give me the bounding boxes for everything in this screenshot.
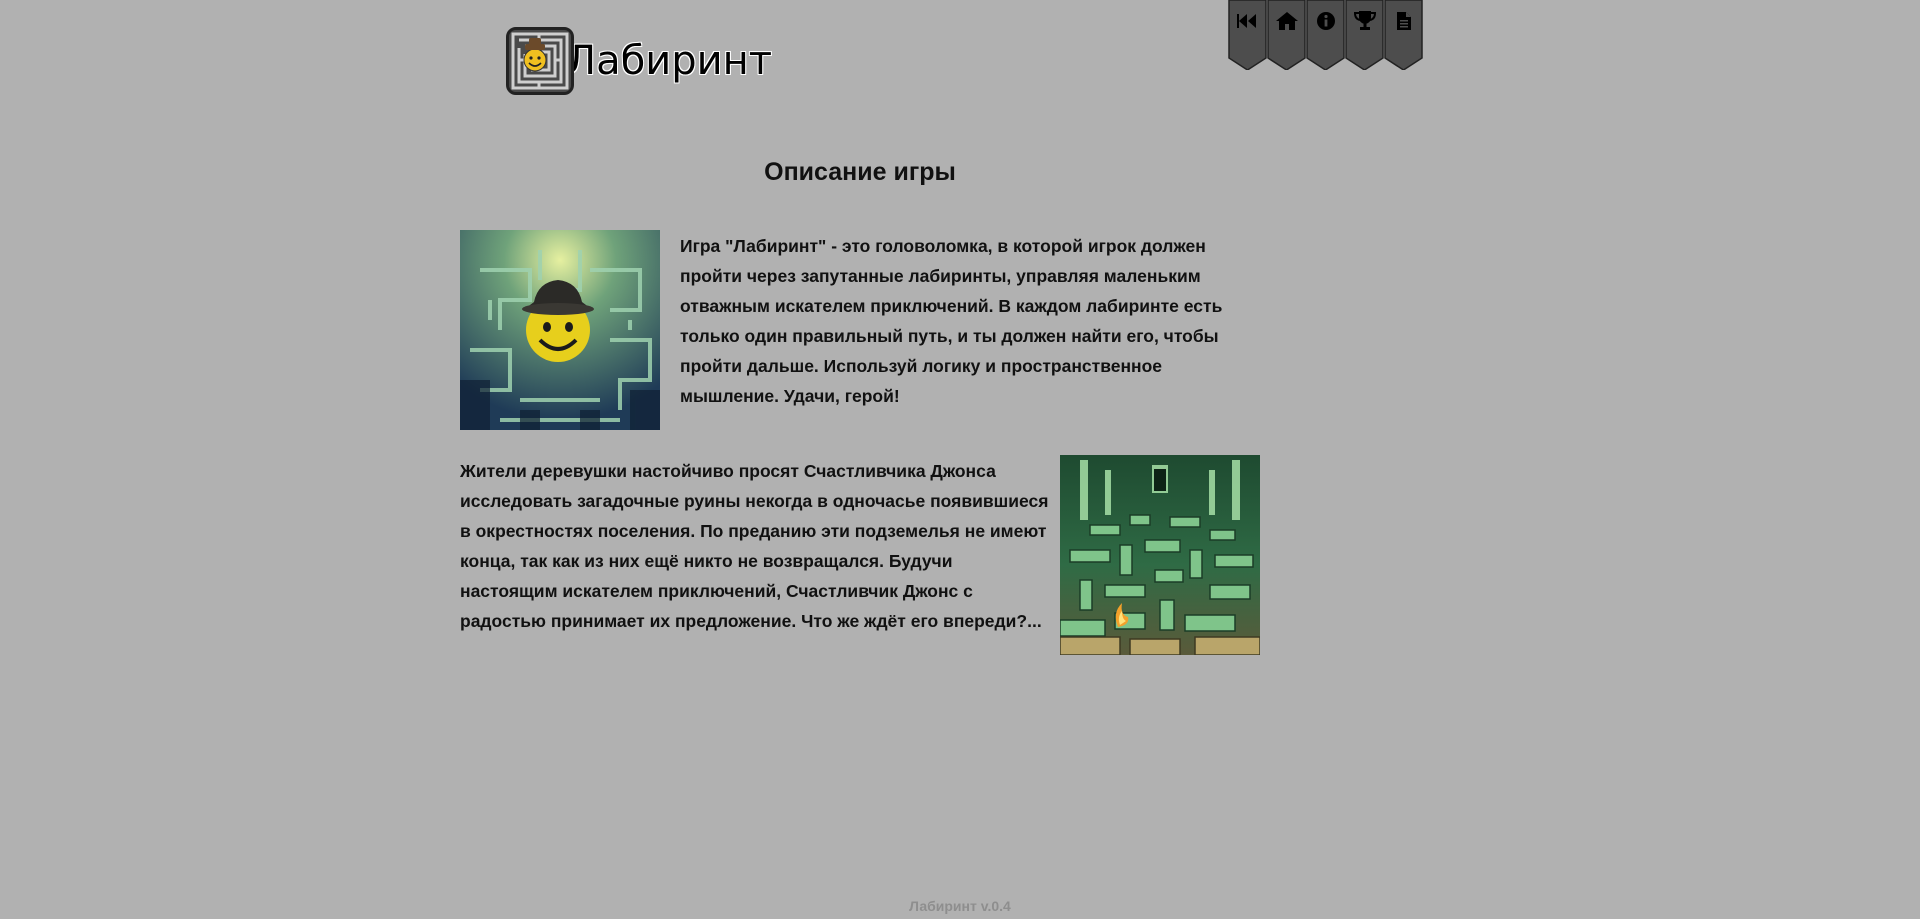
nav-home-button[interactable] (1267, 0, 1306, 70)
maze-smiley-logo-icon (506, 27, 574, 95)
trophy-icon (1353, 11, 1376, 30)
top-nav (1228, 0, 1423, 70)
description-paragraph-1: Игра "Лабиринт" - это головоломка, в кот… (680, 236, 1223, 406)
page-title: Описание игры (764, 158, 956, 186)
dungeon-maze-image (1060, 455, 1260, 655)
hero-maze-image (460, 230, 660, 430)
version-footer: Лабиринт v.0.4 (909, 898, 1011, 914)
nav-info-button[interactable] (1306, 0, 1345, 70)
nav-document-button[interactable] (1384, 0, 1423, 70)
site-logo[interactable]: Лабиринт (506, 27, 772, 95)
info-icon (1316, 12, 1335, 30)
site-title: Лабиринт (566, 38, 773, 84)
home-icon (1275, 12, 1298, 30)
document-icon (1396, 12, 1411, 30)
nav-back-button[interactable] (1228, 0, 1267, 70)
rewind-icon (1236, 14, 1256, 28)
nav-trophy-button[interactable] (1345, 0, 1384, 70)
description-paragraph-2: Жители деревушки настойчиво просят Счаст… (460, 461, 1049, 631)
